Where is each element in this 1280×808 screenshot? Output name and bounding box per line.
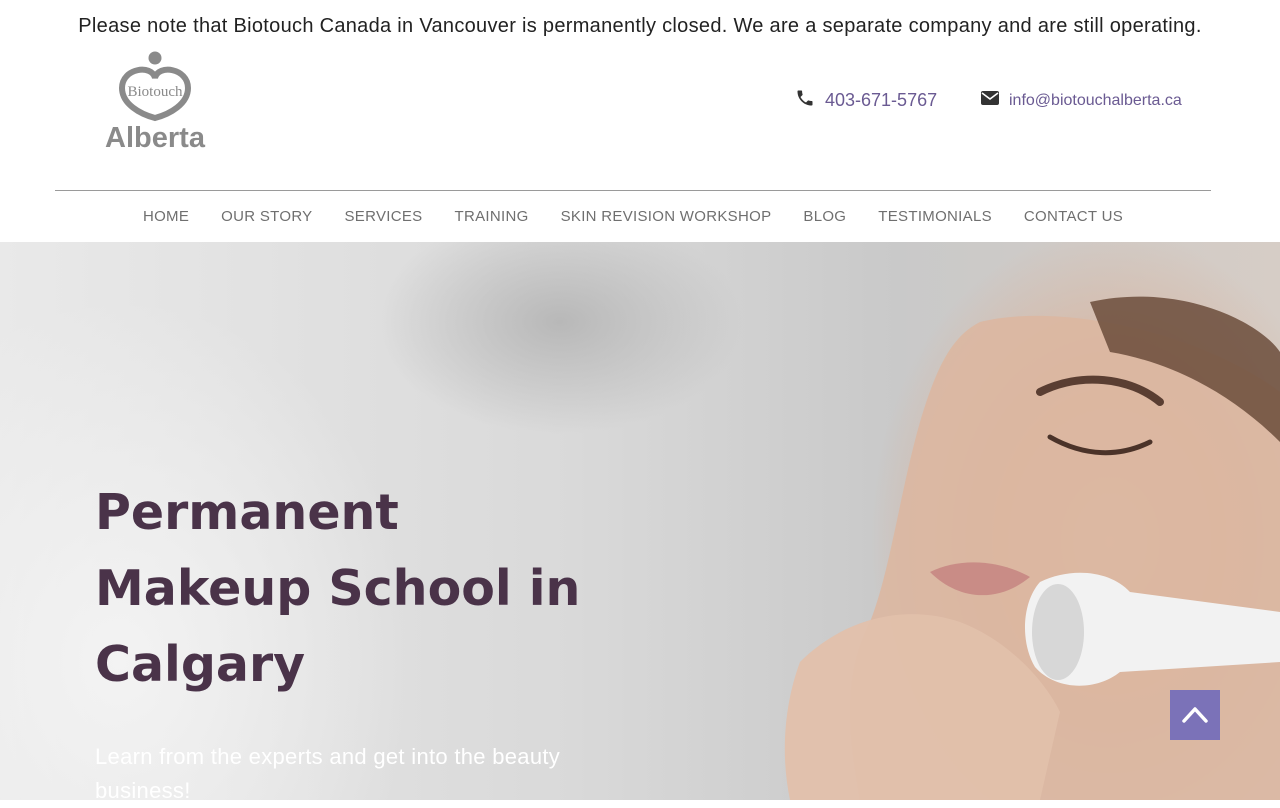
closure-notice-text: Please note that Biotouch Canada in Vanc… (78, 14, 1202, 37)
hero-subtitle: Learn from the experts and get into the … (95, 744, 561, 803)
email-address: info@biotouchalberta.ca (1009, 91, 1182, 109)
site-logo[interactable]: Biotouch Alberta (92, 48, 218, 156)
email-link[interactable]: info@biotouchalberta.ca (981, 91, 1182, 110)
phone-link[interactable]: 403-671-5767 (795, 88, 937, 113)
nav-item-our-story[interactable]: OUR STORY (205, 208, 328, 225)
nav-item-home[interactable]: HOME (127, 208, 205, 225)
phone-icon (795, 88, 815, 113)
chevron-up-icon (1182, 705, 1208, 726)
main-navigation: HOME OUR STORY SERVICES TRAINING SKIN RE… (55, 190, 1211, 243)
nav-item-skin-revision-workshop[interactable]: SKIN REVISION WORKSHOP (545, 208, 788, 225)
logo-bottom-text: Alberta (105, 122, 206, 154)
logo-top-text: Biotouch (128, 84, 183, 100)
nav-item-training[interactable]: TRAINING (439, 208, 545, 225)
closure-notice-banner: Please note that Biotouch Canada in Vanc… (0, 0, 1280, 52)
biotouch-alberta-logo: Biotouch Alberta (105, 51, 206, 154)
phone-number: 403-671-5767 (825, 90, 938, 110)
hero-title: Permanent Makeup School in Calgary (95, 484, 581, 693)
nav-item-services[interactable]: SERVICES (329, 208, 439, 225)
nav-item-contact-us[interactable]: CONTACT US (1008, 208, 1139, 225)
envelope-icon (981, 91, 999, 110)
nav-item-blog[interactable]: BLOG (787, 208, 862, 225)
nav-item-testimonials[interactable]: TESTIMONIALS (862, 208, 1008, 225)
scroll-to-top-button[interactable] (1170, 690, 1220, 740)
